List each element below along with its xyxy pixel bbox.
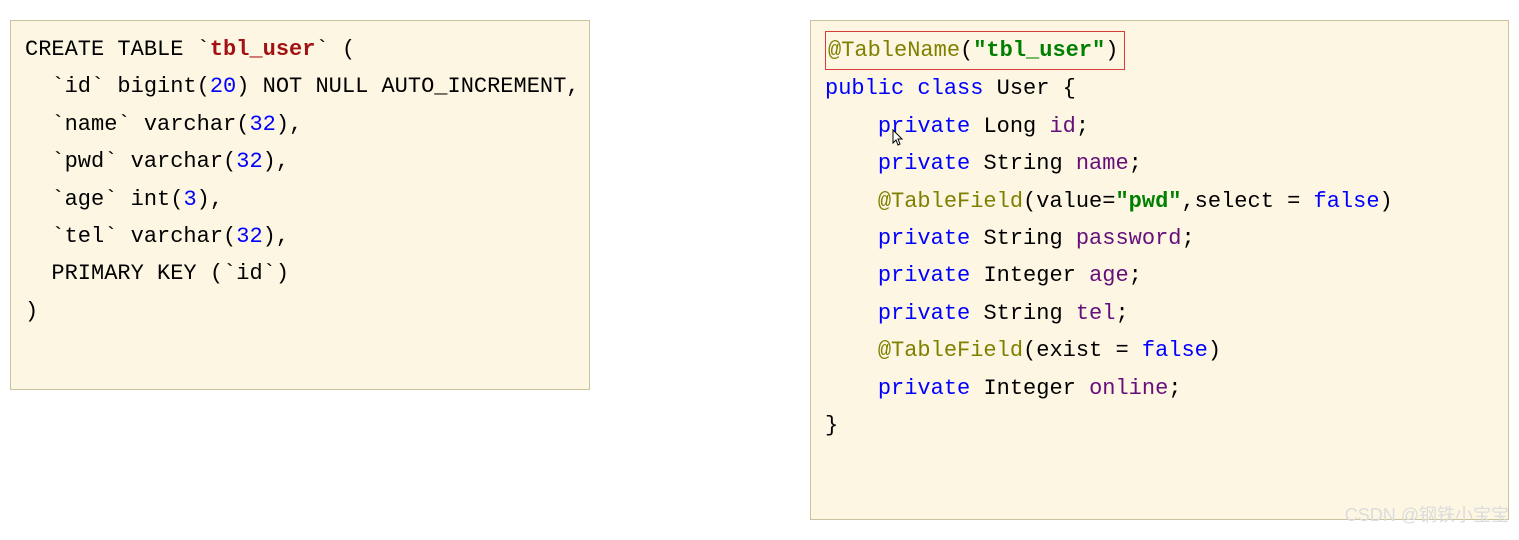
type-long: Long <box>983 114 1036 139</box>
semi-4: ; <box>1129 263 1142 288</box>
sql-pk: PRIMARY KEY <box>51 261 196 286</box>
sql-open-paren: ( <box>342 37 355 62</box>
sql-col-pwd-type: varchar <box>131 149 223 174</box>
field-id: id <box>1049 114 1075 139</box>
paren-close-1: ) <box>1380 189 1393 214</box>
sql-close-paren: ) <box>25 299 38 324</box>
str-tbl-user: "tbl_user" <box>973 38 1105 63</box>
kw-private-3: private <box>878 226 970 251</box>
sql-col-age: age <box>65 187 105 212</box>
str-pwd: "pwd" <box>1115 189 1181 214</box>
sql-pk-col: id <box>236 261 262 286</box>
brace-open: { <box>1063 76 1076 101</box>
comma-1: , <box>289 112 302 137</box>
sql-col-id-type: bigint <box>117 74 196 99</box>
kw-private-5: private <box>878 301 970 326</box>
sql-col-id-len: 20 <box>210 74 236 99</box>
sql-col-pwd-len: 32 <box>236 149 262 174</box>
semi-1: ; <box>1076 114 1089 139</box>
anno-tablefield-1: @TableField <box>878 189 1023 214</box>
comma-3: , <box>210 187 223 212</box>
sql-keyword-create: CREATE <box>25 37 104 62</box>
select-eq: ,select = <box>1181 189 1313 214</box>
sql-col-id: id <box>65 74 91 99</box>
sql-table-name: tbl_user <box>210 37 316 62</box>
comma-2: , <box>276 149 289 174</box>
semi-2: ; <box>1129 151 1142 176</box>
type-string-2: String <box>983 226 1062 251</box>
sql-col-name-len: 32 <box>249 112 275 137</box>
sql-col-age-type: int <box>131 187 171 212</box>
sql-col-tel-type: varchar <box>131 224 223 249</box>
type-string-3: String <box>983 301 1062 326</box>
anno-tablefield-2: @TableField <box>878 338 1023 363</box>
field-age: age <box>1089 263 1129 288</box>
value-eq: value= <box>1036 189 1115 214</box>
sql-code-block: CREATE TABLE `tbl_user` ( `id` bigint(20… <box>10 20 590 390</box>
type-integer-1: Integer <box>983 263 1075 288</box>
java-code-block: @TableName("tbl_user") public class User… <box>810 20 1509 520</box>
type-string-1: String <box>983 151 1062 176</box>
kw-class: class <box>917 76 983 101</box>
class-name: User <box>997 76 1050 101</box>
field-password: password <box>1076 226 1182 251</box>
semi-6: ; <box>1168 376 1181 401</box>
cursor-icon <box>892 129 906 157</box>
kw-private-6: private <box>878 376 970 401</box>
field-name: name <box>1076 151 1129 176</box>
paren-close-2: ) <box>1208 338 1221 363</box>
anno-tablename: @TableName <box>828 38 960 63</box>
highlight-box: @TableName("tbl_user") <box>825 31 1125 70</box>
sql-col-age-len: 3 <box>183 187 196 212</box>
semi-5: ; <box>1115 301 1128 326</box>
field-tel: tel <box>1076 301 1116 326</box>
sql-col-tel: tel <box>65 224 105 249</box>
field-online: online <box>1089 376 1168 401</box>
sql-col-id-rest: NOT NULL AUTO_INCREMENT, <box>263 74 580 99</box>
sql-col-pwd: pwd <box>65 149 105 174</box>
kw-private-4: private <box>878 263 970 288</box>
brace-close: } <box>825 413 838 438</box>
comma-4: , <box>276 224 289 249</box>
exist-eq: (exist = <box>1023 338 1142 363</box>
semi-3: ; <box>1181 226 1194 251</box>
sql-col-tel-len: 32 <box>236 224 262 249</box>
sql-col-name-type: varchar <box>144 112 236 137</box>
sql-keyword-table: TABLE <box>117 37 183 62</box>
sql-col-name: name <box>65 112 118 137</box>
watermark-text: CSDN @钢铁小宝宝 <box>1345 500 1509 531</box>
type-integer-2: Integer <box>983 376 1075 401</box>
kw-public: public <box>825 76 904 101</box>
kw-false-2: false <box>1142 338 1208 363</box>
kw-false-1: false <box>1314 189 1380 214</box>
